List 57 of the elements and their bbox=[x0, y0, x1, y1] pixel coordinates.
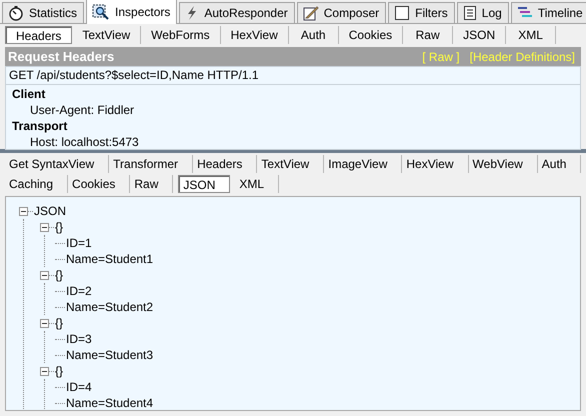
view-tab[interactable]: XML bbox=[506, 26, 556, 44]
view-tab[interactable]: Transformer bbox=[109, 155, 194, 173]
view-tab[interactable]: TextView bbox=[72, 26, 142, 44]
view-tab[interactable]: Cookies bbox=[338, 26, 404, 44]
view-tab[interactable]: Raw bbox=[130, 175, 174, 193]
tree-node[interactable]: ID=3 bbox=[66, 332, 92, 346]
view-tab[interactable]: HexView bbox=[220, 26, 289, 44]
tree-toggle[interactable] bbox=[40, 366, 49, 376]
tree-toggle[interactable] bbox=[40, 318, 49, 328]
view-tab[interactable]: JSON bbox=[178, 175, 230, 193]
checkbox-icon bbox=[394, 5, 410, 21]
tree-node[interactable]: Name=Student2 bbox=[66, 300, 154, 314]
document-icon bbox=[462, 5, 477, 21]
view-tab[interactable]: Headers bbox=[5, 26, 72, 44]
header-entry: User-Agent: Fiddler bbox=[29, 102, 136, 118]
main-tab[interactable]: Log bbox=[456, 2, 509, 23]
main-tab[interactable]: Filters bbox=[388, 2, 455, 23]
tree-toggle[interactable] bbox=[40, 270, 49, 280]
header-entry: Host: localhost:5473 bbox=[29, 134, 140, 150]
header-group-title: Transport bbox=[12, 118, 68, 134]
view-tab[interactable]: Headers bbox=[193, 155, 258, 173]
view-tab[interactable]: XML bbox=[235, 175, 280, 193]
tree-node[interactable]: {} bbox=[55, 220, 64, 234]
tree-node[interactable]: {} bbox=[55, 316, 64, 330]
view-tab[interactable]: TextView bbox=[257, 155, 324, 173]
view-tab[interactable]: HexView bbox=[402, 155, 469, 173]
tree-node[interactable]: ID=4 bbox=[66, 380, 92, 394]
main-tab[interactable]: AutoResponder bbox=[179, 2, 295, 23]
view-tab[interactable]: Raw bbox=[403, 26, 454, 44]
view-tab[interactable]: Auth bbox=[538, 155, 582, 173]
tree-node[interactable]: {} bbox=[55, 364, 64, 378]
tree-node[interactable]: ID=1 bbox=[66, 236, 92, 250]
view-tab[interactable]: Auth bbox=[288, 26, 339, 44]
header-group-title: Client bbox=[12, 86, 46, 102]
main-tab[interactable]: Composer bbox=[296, 2, 386, 23]
tree-toggle[interactable] bbox=[40, 222, 49, 232]
tree-node[interactable]: JSON bbox=[34, 204, 66, 218]
section-title: Request Headers bbox=[8, 49, 116, 64]
tree-node[interactable]: ID=2 bbox=[66, 284, 92, 298]
tree-node[interactable]: Name=Student1 bbox=[66, 252, 154, 266]
view-tab[interactable]: Cookies bbox=[68, 175, 130, 193]
view-tab[interactable]: ImageView bbox=[324, 155, 402, 173]
tree-toggle[interactable] bbox=[19, 206, 28, 216]
main-tab[interactable]: Timeline bbox=[510, 2, 586, 23]
tree-node[interactable]: Name=Student4 bbox=[66, 396, 154, 410]
view-tab[interactable]: WebView bbox=[468, 155, 538, 173]
view-tab[interactable]: JSON bbox=[453, 26, 506, 44]
view-tab[interactable]: WebForms bbox=[141, 26, 221, 44]
view-tab[interactable]: Caching bbox=[5, 175, 68, 193]
stopwatch-icon bbox=[8, 5, 24, 21]
tree-node[interactable]: Name=Student3 bbox=[66, 348, 154, 362]
magnifier-icon bbox=[92, 4, 110, 20]
view-tab[interactable]: Get SyntaxView bbox=[5, 155, 110, 173]
tree-node[interactable]: {} bbox=[55, 268, 64, 282]
main-tab[interactable]: Inspectors bbox=[86, 0, 178, 24]
main-tab[interactable]: Statistics bbox=[2, 2, 84, 23]
pencil-note-icon bbox=[302, 5, 319, 21]
